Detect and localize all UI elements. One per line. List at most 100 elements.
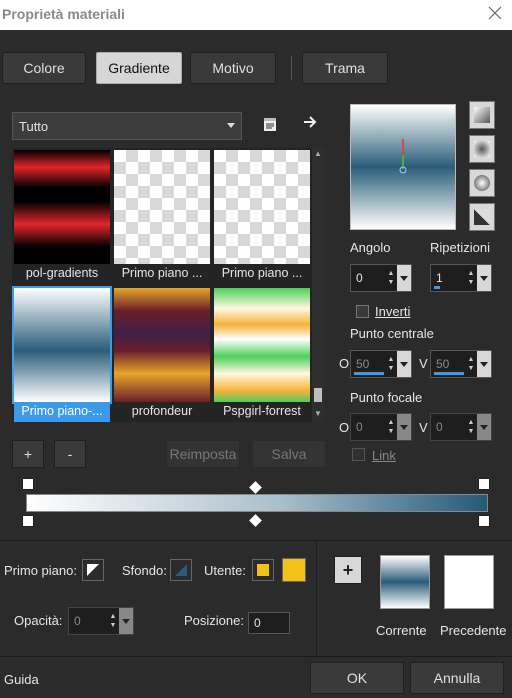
tab-label: Gradiente <box>108 60 170 76</box>
gallery-item-label: Primo piano ... <box>221 266 303 280</box>
link-label: Link <box>372 448 396 463</box>
color-stop-marker[interactable] <box>22 478 34 490</box>
button-label: + <box>23 446 33 462</box>
reset-button[interactable]: Reimposta <box>166 440 240 468</box>
angle-spinner[interactable]: 0 ▲ ▼ <box>350 264 412 292</box>
center-h-spinner[interactable]: 50 ▲ ▼ <box>350 350 412 378</box>
tab-gradiente[interactable]: Gradiente <box>96 52 182 84</box>
spin-arrows-icon[interactable]: ▲ ▼ <box>465 351 477 377</box>
spin-arrows-icon[interactable]: ▲ ▼ <box>385 351 397 377</box>
opacity-value: 0 <box>74 614 81 628</box>
gallery-item[interactable]: Primo piano ... <box>214 150 310 280</box>
gallery-item-label: Pspgirl-forrest <box>223 404 301 418</box>
tab-colore[interactable]: Colore <box>2 52 86 84</box>
spin-arrows-icon[interactable]: ▲ ▼ <box>465 414 477 440</box>
focal-v-label: V <box>419 420 428 435</box>
center-v-level-bar <box>434 372 464 375</box>
opacity-stop-marker[interactable] <box>22 515 34 527</box>
arrow-right-icon[interactable] <box>298 110 322 134</box>
button-label: Salva <box>271 446 307 462</box>
gallery-item-selected[interactable]: Primo piano-... <box>12 286 112 422</box>
color-stop-marker[interactable] <box>478 478 490 490</box>
center-v-label: V <box>419 356 428 371</box>
ok-button[interactable]: OK <box>310 662 404 694</box>
chevron-down-icon[interactable] <box>397 351 411 377</box>
angle-label: Angolo <box>350 240 391 255</box>
tab-label: Trama <box>325 60 365 76</box>
button-label: Annulla <box>433 670 481 686</box>
current-material-swatch[interactable] <box>380 555 430 609</box>
focal-v-spinner[interactable]: 0 ▲ ▼ <box>430 413 492 441</box>
spin-arrows-icon[interactable]: ▲ ▼ <box>385 414 397 440</box>
opacity-spinner[interactable]: 0 ▲ ▼ <box>68 607 134 635</box>
tab-separator <box>291 56 292 80</box>
radial-style-button[interactable] <box>469 169 495 197</box>
chevron-down-icon[interactable] <box>477 351 491 377</box>
gallery-item[interactable]: Primo piano ... <box>114 150 210 280</box>
center-v-value: 50 <box>436 357 450 371</box>
repeats-label: Ripetizioni <box>430 240 490 255</box>
linear-style-button[interactable] <box>469 101 495 129</box>
gallery-item-label: profondeur <box>131 404 193 418</box>
chevron-down-icon[interactable] <box>397 414 411 440</box>
help-link[interactable]: Guida <box>4 672 39 687</box>
chevron-down-icon[interactable] <box>477 265 491 291</box>
focal-v-value: 0 <box>436 420 443 434</box>
title-bar: Proprietà materiali <box>0 0 512 30</box>
background-stop-button[interactable] <box>170 559 192 581</box>
background-label: Sfondo: <box>122 563 167 578</box>
chevron-down-icon[interactable] <box>119 608 133 634</box>
chevron-down-icon[interactable] <box>397 265 411 291</box>
focal-h-spinner[interactable]: 0 ▲ ▼ <box>350 413 412 441</box>
repeats-spinner[interactable]: 1 ▲ ▼ <box>430 264 492 292</box>
current-label: Corrente <box>376 623 427 638</box>
remove-gradient-button[interactable]: - <box>54 440 86 468</box>
save-button[interactable]: Salva <box>252 440 326 468</box>
category-select[interactable]: Tutto <box>12 112 242 140</box>
center-h-label: O <box>339 356 350 371</box>
foreground-label: Primo piano: <box>4 563 77 578</box>
repeats-level-bar <box>434 286 440 289</box>
foreground-stop-button[interactable] <box>82 559 104 581</box>
opacity-stop-marker[interactable] <box>478 515 490 527</box>
chevron-down-icon[interactable] <box>477 414 491 440</box>
center-v-spinner[interactable]: 50 ▲ ▼ <box>430 350 492 378</box>
tab-label: Motivo <box>212 60 254 76</box>
previous-material-swatch[interactable] <box>444 555 494 609</box>
close-icon[interactable] <box>484 2 506 24</box>
button-label: OK <box>346 670 368 686</box>
gallery-item[interactable]: Pspgirl-forrest <box>214 288 310 418</box>
tab-trama[interactable]: Trama <box>302 52 388 84</box>
gradient-editor-bar[interactable] <box>26 494 488 512</box>
spin-arrows-icon[interactable]: ▲ ▼ <box>465 265 477 291</box>
scrollbar-thumb[interactable] <box>314 388 322 402</box>
chevron-up-icon[interactable]: ▲ <box>314 150 322 158</box>
focal-h-label: O <box>339 420 350 435</box>
gallery-item[interactable]: profondeur <box>114 288 210 418</box>
gradient-thumbnail <box>214 288 310 402</box>
notes-icon[interactable] <box>258 112 282 136</box>
gradient-preview[interactable] <box>350 104 456 230</box>
sunburst-style-button[interactable] <box>469 203 495 231</box>
invert-checkbox[interactable] <box>356 305 369 318</box>
button-label: Reimposta <box>169 446 237 462</box>
plus-icon: + <box>342 559 354 580</box>
gallery-item-label: pol-gradients <box>25 266 99 280</box>
chevron-down-icon[interactable]: ▼ <box>314 410 322 418</box>
user-label: Utente: <box>204 563 246 578</box>
cancel-button[interactable]: Annulla <box>410 662 504 694</box>
add-to-swatches-button[interactable]: + <box>334 556 362 584</box>
gradient-thumbnail <box>14 150 110 264</box>
spin-arrows-icon[interactable]: ▲ ▼ <box>385 265 397 291</box>
gallery-item[interactable]: pol-gradients <box>14 150 110 280</box>
add-gradient-button[interactable]: + <box>12 440 44 468</box>
tab-motivo[interactable]: Motivo <box>190 52 276 84</box>
spin-arrows-icon[interactable]: ▲ ▼ <box>107 608 119 634</box>
position-field[interactable]: 0 <box>248 612 290 634</box>
gallery-scrollbar[interactable]: ▲ ▼ <box>312 148 324 422</box>
focal-point-label: Punto focale <box>350 390 423 405</box>
link-checkbox[interactable] <box>352 448 365 461</box>
user-color-swatch[interactable] <box>282 558 306 582</box>
user-stop-button[interactable] <box>252 559 274 581</box>
rectangular-style-button[interactable] <box>469 135 495 163</box>
